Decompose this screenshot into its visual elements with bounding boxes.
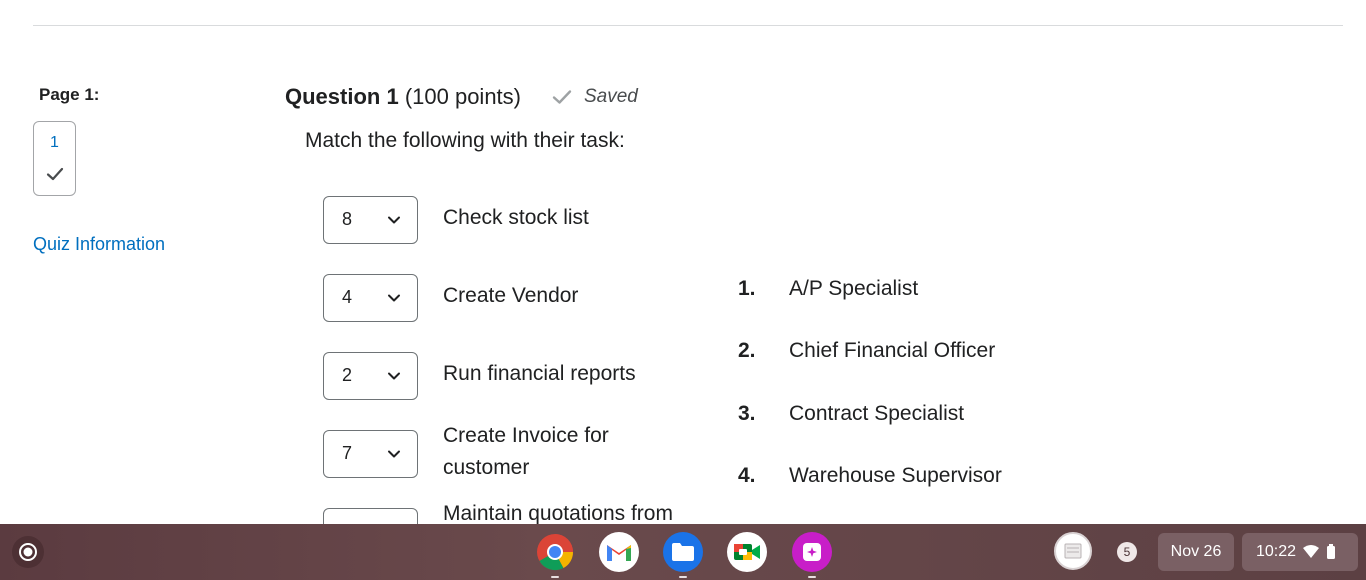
saved-text: Saved bbox=[584, 86, 638, 107]
match-select-5[interactable] bbox=[323, 508, 418, 524]
files-app[interactable] bbox=[663, 532, 703, 578]
chevron-down-icon bbox=[388, 450, 400, 458]
role-number: 4. bbox=[738, 464, 756, 487]
question-title: Question 1 (100 points) bbox=[285, 84, 521, 110]
tote-icon bbox=[1064, 543, 1082, 559]
role-name: Chief Financial Officer bbox=[789, 339, 996, 362]
launcher-icon bbox=[19, 543, 37, 561]
role-number: 1. bbox=[738, 277, 756, 300]
match-select-3[interactable]: 2 bbox=[323, 352, 418, 400]
select-value: 7 bbox=[342, 443, 353, 463]
files-icon bbox=[672, 543, 694, 561]
battery-icon bbox=[1327, 544, 1336, 559]
gmail-icon bbox=[607, 545, 631, 561]
meet-icon bbox=[734, 544, 760, 560]
match-task-2: Create Vendor bbox=[443, 284, 579, 307]
check-icon bbox=[552, 90, 572, 104]
chevron-down-icon bbox=[388, 372, 400, 380]
match-task-4: Create Invoice for customer bbox=[443, 424, 609, 479]
select-value: 8 bbox=[342, 209, 353, 229]
check-icon bbox=[46, 167, 64, 181]
chrome-app[interactable] bbox=[535, 532, 575, 578]
question-prompt: Match the following with their task: bbox=[305, 129, 625, 152]
chrome-icon bbox=[537, 534, 574, 571]
clock-time: 10:22 bbox=[1256, 543, 1297, 560]
select-value: 4 bbox=[342, 287, 353, 307]
role-name: A/P Specialist bbox=[789, 277, 919, 300]
match-task-1: Check stock list bbox=[443, 206, 589, 229]
quiz-page: Page 1: 1 Quiz Information Question 1 (1… bbox=[0, 0, 1343, 524]
role-name: Warehouse Supervisor bbox=[789, 464, 1002, 487]
status-tray[interactable]: 10:22 bbox=[1242, 533, 1358, 571]
wifi-icon bbox=[1303, 545, 1320, 558]
page-number: 1 bbox=[50, 134, 59, 151]
role-number: 2. bbox=[738, 339, 756, 362]
window-edge bbox=[1343, 0, 1366, 524]
divider bbox=[33, 25, 1343, 26]
date-button[interactable]: Nov 26 bbox=[1158, 533, 1234, 571]
holding-space-button[interactable] bbox=[1054, 532, 1092, 570]
match-select-4[interactable]: 7 bbox=[323, 430, 418, 478]
tasks-icon bbox=[803, 543, 821, 561]
match-task-3: Run financial reports bbox=[443, 362, 636, 385]
meet-app[interactable] bbox=[727, 532, 767, 572]
tasks-app[interactable] bbox=[792, 532, 832, 578]
match-task-5: Maintain quotations from bbox=[443, 502, 673, 524]
match-select-1[interactable]: 8 bbox=[323, 196, 418, 244]
gmail-app[interactable] bbox=[599, 532, 639, 572]
saved-status: Saved bbox=[552, 86, 638, 108]
chevron-down-icon bbox=[388, 216, 400, 224]
role-name: Contract Specialist bbox=[789, 402, 965, 425]
match-select-2[interactable]: 4 bbox=[323, 274, 418, 322]
page-1-button[interactable]: 1 bbox=[33, 121, 76, 196]
page-label: Page 1: bbox=[39, 85, 100, 104]
launcher-button[interactable] bbox=[12, 536, 44, 568]
role-number: 3. bbox=[738, 402, 756, 425]
question-points: (100 points) bbox=[404, 84, 521, 109]
quiz-information-link[interactable]: Quiz Information bbox=[33, 234, 165, 255]
select-value: 2 bbox=[342, 365, 353, 385]
chevron-down-icon bbox=[388, 294, 400, 302]
question-number: Question 1 bbox=[285, 84, 399, 109]
notification-badge[interactable]: 5 bbox=[1117, 542, 1137, 562]
